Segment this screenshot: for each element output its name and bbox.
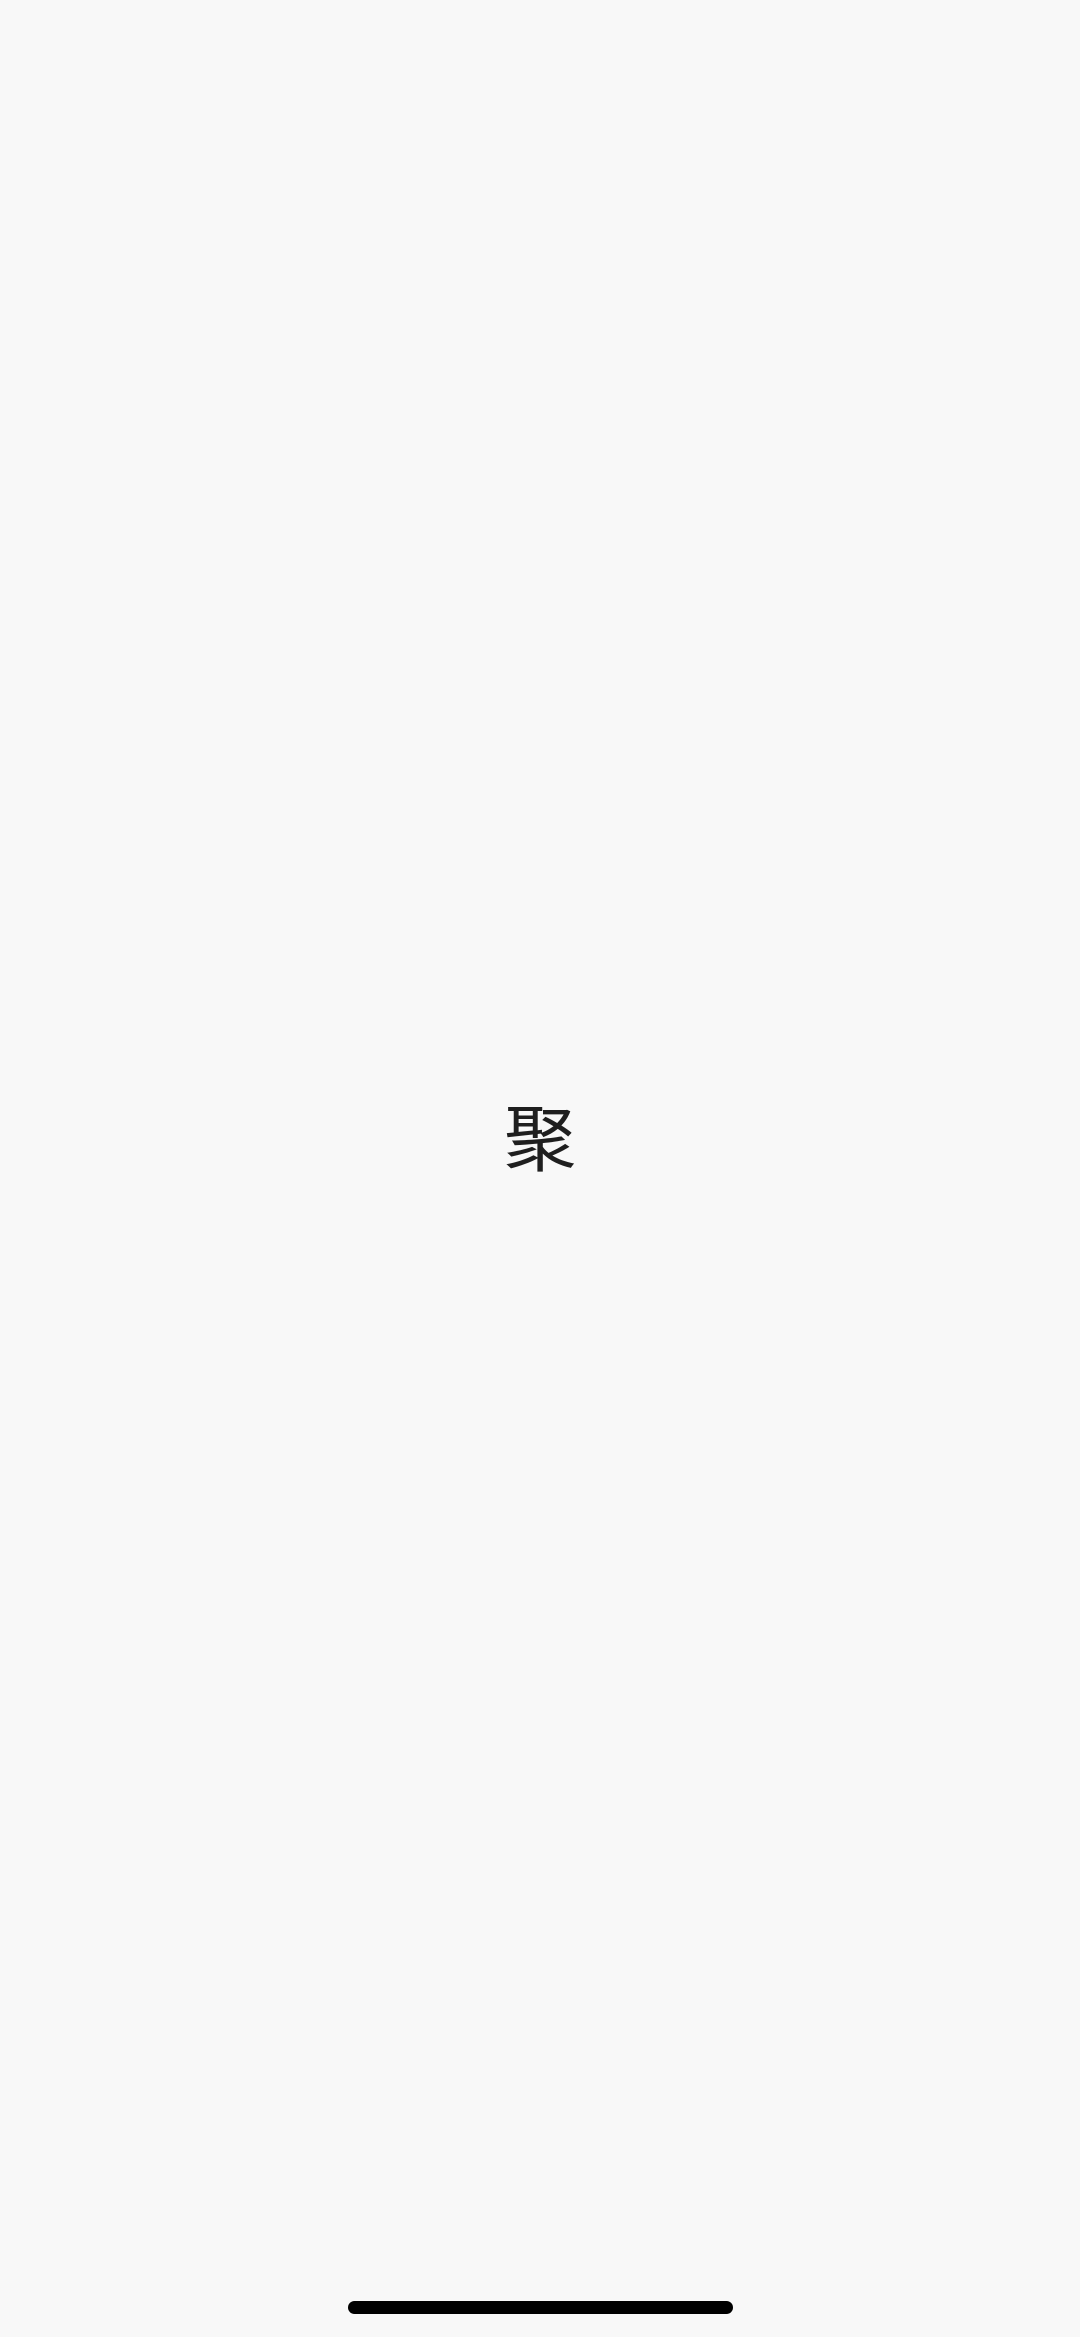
app-logo-text: 聚 xyxy=(503,1098,576,1182)
home-indicator[interactable] xyxy=(348,2301,733,2314)
splash-screen: 聚 xyxy=(0,0,1080,2337)
